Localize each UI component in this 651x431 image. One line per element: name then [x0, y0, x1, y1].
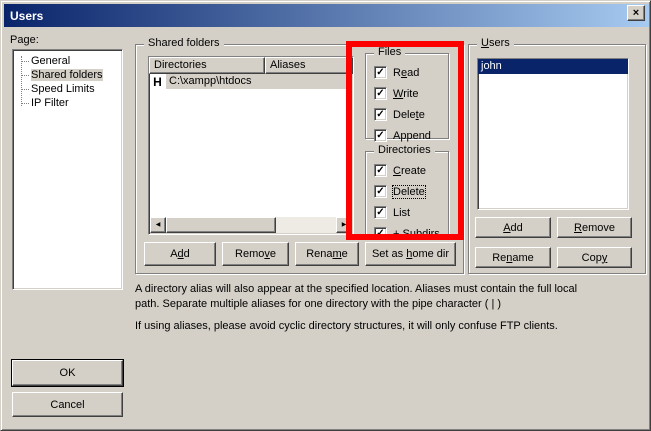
window-title: Users — [4, 9, 43, 23]
check-icon: ✓ — [376, 186, 384, 197]
user-add-label: Add — [503, 222, 523, 234]
directories-group: Directories ✓ Create ✓ Delete ✓ List ✓ +… — [365, 151, 449, 239]
page-item-label: General — [31, 55, 70, 67]
folder-remove-button[interactable]: Remove — [222, 242, 289, 266]
users-dialog: Users × Page: General Shared folders Spe… — [0, 0, 651, 431]
shared-folders-list[interactable]: Directories Aliases H C:\xampp\htdocs ◀ … — [148, 56, 354, 235]
shared-folders-group-label: Shared folders — [144, 37, 224, 50]
folder-add-label: Add — [170, 248, 190, 260]
checkbox-icon[interactable]: ✓ — [374, 206, 387, 219]
list-header: Directories Aliases — [149, 57, 353, 74]
checkbox-delete-directories[interactable]: ✓ Delete — [374, 185, 448, 198]
column-header-directories[interactable]: Directories — [149, 57, 265, 74]
directory-path: C:\xampp\htdocs — [166, 74, 353, 89]
page-label: Page: — [10, 34, 39, 46]
check-icon: ✓ — [376, 67, 384, 78]
checkbox-label: + Subdirs — [393, 228, 440, 240]
directory-row[interactable]: H C:\xampp\htdocs — [149, 74, 353, 89]
arrow-right-icon: ▶ — [342, 218, 347, 232]
check-icon: ✓ — [376, 109, 384, 120]
checkbox-list[interactable]: ✓ List — [374, 206, 448, 219]
scroll-right-button[interactable]: ▶ — [336, 217, 352, 233]
user-remove-label: Remove — [574, 222, 615, 234]
set-as-home-dir-label: Set as home dir — [372, 248, 449, 260]
checkbox-read[interactable]: ✓ Read — [374, 66, 448, 79]
alias-notes: A directory alias will also appear at th… — [135, 282, 577, 334]
files-group-label: Files — [374, 46, 405, 59]
checkbox-label: Append — [393, 130, 431, 142]
checkbox-label: Delete — [393, 109, 425, 121]
users-group-label: Users — [477, 37, 514, 50]
users-group: Users john Add Remove Rename Copy — [468, 44, 646, 274]
checkbox-create[interactable]: ✓ Create — [374, 164, 448, 177]
checkbox-write[interactable]: ✓ Write — [374, 87, 448, 100]
close-icon: × — [633, 7, 639, 19]
user-copy-button[interactable]: Copy — [557, 247, 632, 268]
folder-add-button[interactable]: Add — [144, 242, 216, 266]
folder-rename-label: Rename — [306, 248, 348, 260]
checkbox-label: Read — [393, 67, 419, 79]
check-icon: ✓ — [376, 130, 384, 141]
user-item-john[interactable]: john — [478, 59, 628, 74]
page-item-speed-limits[interactable]: Speed Limits — [13, 82, 122, 96]
directories-group-label: Directories — [374, 144, 435, 157]
scrollbar-track[interactable] — [276, 217, 336, 233]
checkbox-icon[interactable]: ✓ — [374, 108, 387, 121]
page-item-general[interactable]: General — [13, 54, 122, 68]
check-icon: ✓ — [376, 165, 384, 176]
user-remove-button[interactable]: Remove — [557, 217, 632, 238]
checkbox-icon[interactable]: ✓ — [374, 129, 387, 142]
folder-remove-label: Remove — [235, 248, 276, 260]
user-add-button[interactable]: Add — [475, 217, 551, 238]
checkbox-label: List — [393, 207, 410, 219]
alias-note-line: path. Separate multiple aliases for one … — [135, 297, 577, 312]
user-copy-label: Copy — [582, 252, 608, 264]
checkbox-icon[interactable]: ✓ — [374, 227, 387, 240]
page-item-ip-filter[interactable]: IP Filter — [13, 96, 122, 110]
user-rename-button[interactable]: Rename — [475, 247, 551, 268]
checkbox-icon[interactable]: ✓ — [374, 185, 387, 198]
page-item-label: Speed Limits — [31, 83, 95, 95]
checkbox-icon[interactable]: ✓ — [374, 164, 387, 177]
scroll-left-button[interactable]: ◀ — [150, 217, 166, 233]
checkbox-delete-files[interactable]: ✓ Delete — [374, 108, 448, 121]
checkbox-label: Write — [393, 88, 418, 100]
shared-folders-group: Shared folders Directories Aliases H C:\… — [135, 44, 464, 274]
cancel-button[interactable]: Cancel — [12, 392, 123, 417]
folder-rename-button[interactable]: Rename — [295, 242, 359, 266]
check-icon: ✓ — [376, 207, 384, 218]
page-list[interactable]: General Shared folders Speed Limits IP F… — [12, 49, 123, 290]
ok-button[interactable]: OK — [12, 360, 123, 386]
page-item-label: IP Filter — [31, 97, 69, 109]
check-icon: ✓ — [376, 88, 384, 99]
column-header-aliases[interactable]: Aliases — [265, 57, 353, 74]
alias-note-line: If using aliases, please avoid cyclic di… — [135, 319, 577, 334]
user-rename-label: Rename — [492, 252, 534, 264]
scrollbar-thumb[interactable] — [166, 217, 276, 233]
checkbox-label: Create — [393, 165, 426, 177]
title-bar: Users — [4, 4, 649, 27]
check-icon: ✓ — [376, 228, 384, 239]
arrow-left-icon: ◀ — [156, 218, 161, 232]
checkbox-append[interactable]: ✓ Append — [374, 129, 448, 142]
users-list[interactable]: john — [477, 58, 629, 210]
checkbox-icon[interactable]: ✓ — [374, 87, 387, 100]
checkbox-icon[interactable]: ✓ — [374, 66, 387, 79]
checkbox-subdirs[interactable]: ✓ + Subdirs — [374, 227, 448, 240]
horizontal-scrollbar[interactable]: ◀ ▶ — [150, 217, 352, 233]
page-item-shared-folders[interactable]: Shared folders — [13, 68, 122, 82]
set-as-home-dir-button[interactable]: Set as home dir — [365, 242, 456, 266]
checkbox-label: Delete — [393, 186, 425, 198]
page-item-label: Shared folders — [31, 69, 103, 81]
home-flag: H — [149, 75, 166, 89]
alias-note-line: A directory alias will also appear at th… — [135, 282, 577, 297]
close-button[interactable]: × — [627, 5, 645, 21]
files-group: Files ✓ Read ✓ Write ✓ Delete ✓ Append — [365, 53, 449, 139]
